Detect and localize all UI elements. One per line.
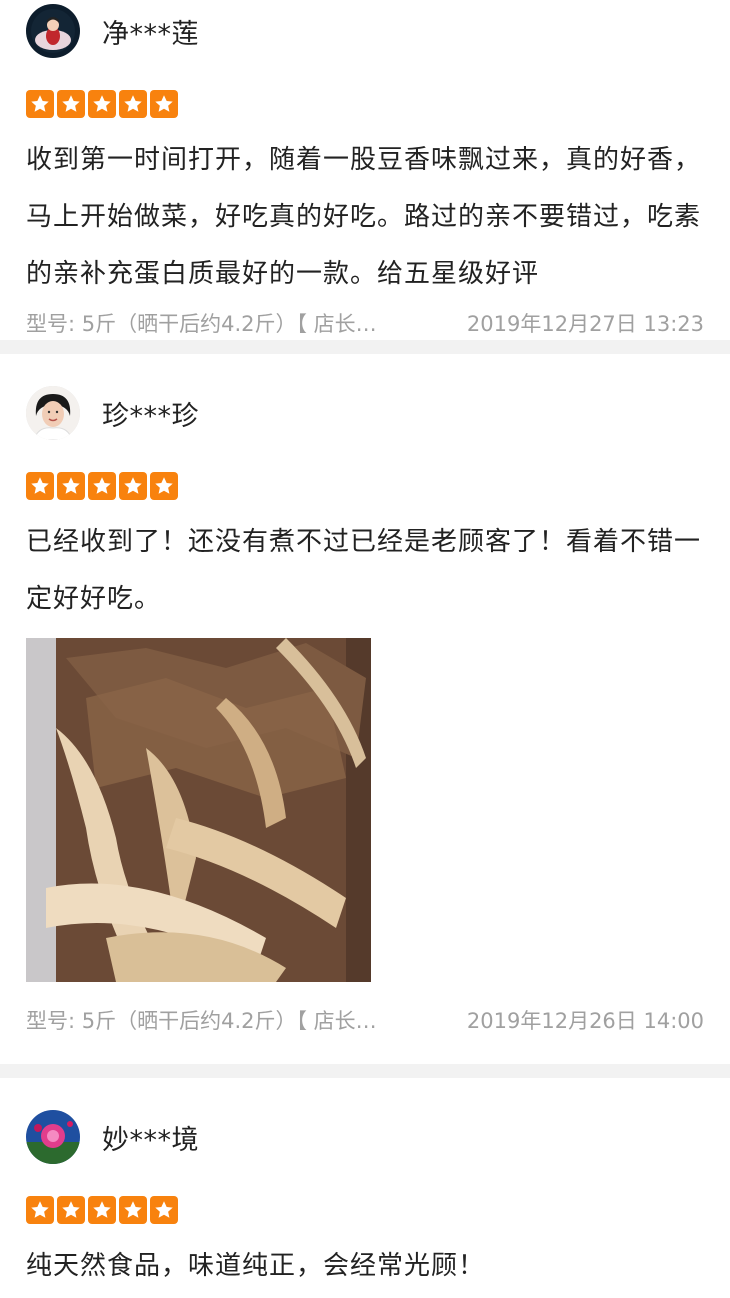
review-user-row: 净***莲 [26,0,704,62]
star-icon [150,90,178,118]
rating-stars [26,472,704,500]
review-user-row: 妙***境 [26,1078,704,1168]
star-icon [119,472,147,500]
avatar[interactable] [26,4,80,58]
star-icon [57,472,85,500]
review-text: 收到第一时间打开，随着一股豆香味飘过来，真的好香，马上开始做菜，好吃真的好吃。路… [26,145,702,289]
star-icon [119,90,147,118]
rating-stars [26,1196,704,1224]
star-icon [57,1196,85,1224]
review-card: 珍***珍 已经收到了！还没有煮不过已经是老顾客了！看着不错一定好好吃。 型号:… [0,354,730,1064]
star-icon [150,472,178,500]
star-icon [26,90,54,118]
star-icon [150,1196,178,1224]
star-icon [88,472,116,500]
review-user-row: 珍***珍 [26,354,704,444]
review-meta: 型号: 5斤（晒干后约4.2斤）【 店长… 2019年12月26日 14:00 [26,1000,704,1040]
review-date: 2019年12月27日 13:23 [466,312,704,336]
star-icon [88,90,116,118]
avatar[interactable] [26,386,80,440]
star-icon [119,1196,147,1224]
review-meta: 型号: 5斤（晒干后约4.2斤）【 店长… 2019年12月27日 13:23 [26,303,704,343]
rating-stars [26,90,704,118]
product-spec[interactable]: 型号: 5斤（晒干后约4.2斤）【 店长… [26,1005,377,1035]
avatar[interactable] [26,1110,80,1164]
star-icon [57,90,85,118]
review-text: 已经收到了！还没有煮不过已经是老顾客了！看着不错一定好好吃。 [26,527,702,614]
review-card: 净***莲 收到第一时间打开，随着一股豆香味飘过来，真的好香，马上开始做菜，好吃… [0,0,730,340]
review-date: 2019年12月26日 14:00 [466,1009,704,1033]
star-icon [26,1196,54,1224]
username: 珍***珍 [102,400,199,432]
star-icon [88,1196,116,1224]
separator [0,1064,730,1078]
username: 妙***境 [102,1124,199,1156]
product-spec[interactable]: 型号: 5斤（晒干后约4.2斤）【 店长… [26,308,377,338]
username: 净***莲 [102,18,199,50]
review-text: 纯天然食品，味道纯正，会经常光顾！ [26,1251,486,1281]
star-icon [26,472,54,500]
review-photo[interactable] [26,638,371,982]
review-card: 妙***境 纯天然食品，味道纯正，会经常光顾！ [0,1078,730,1298]
